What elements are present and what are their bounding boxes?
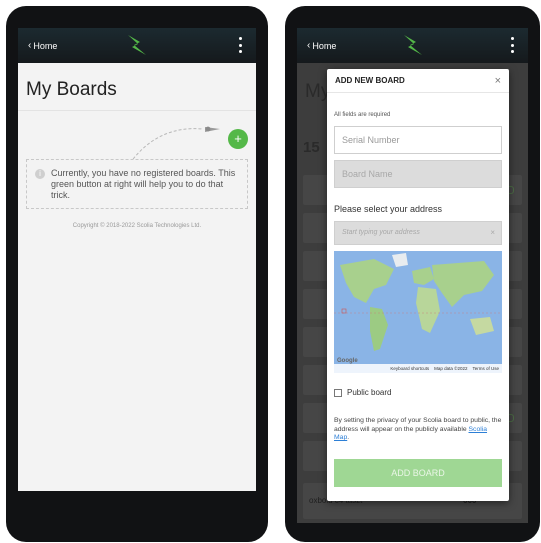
background-count: 15 bbox=[303, 139, 320, 156]
phone-frame-right: ‹ Home My 15 oxbold c4 taszt 666 ADD NEW… bbox=[285, 6, 540, 542]
chevron-left-icon: ‹ bbox=[307, 40, 311, 51]
serial-number-input[interactable]: Serial Number bbox=[334, 126, 502, 154]
phone-frame-left: ‹ Home My Boards + i Currently, you have… bbox=[6, 6, 268, 542]
privacy-note: By setting the privacy of your Scolia bo… bbox=[334, 417, 502, 443]
back-label: Home bbox=[312, 40, 337, 51]
app-header: ‹ Home bbox=[297, 28, 528, 63]
notice-text: Currently, you have no registered boards… bbox=[51, 168, 236, 200]
address-placeholder: Start typing your address bbox=[342, 229, 420, 236]
chevron-left-icon: ‹ bbox=[28, 40, 32, 51]
more-menu-icon[interactable] bbox=[238, 37, 242, 53]
back-home-link[interactable]: ‹ Home bbox=[297, 40, 336, 51]
map-data-label: Map data ©2022 bbox=[434, 366, 468, 371]
terms-link[interactable]: Terms of Use bbox=[472, 366, 499, 371]
map-footer: Keyboard shortcuts Map data ©2022 Terms … bbox=[334, 364, 502, 373]
public-board-label: Public board bbox=[347, 388, 392, 397]
back-label: Home bbox=[33, 40, 58, 51]
world-map-icon bbox=[334, 251, 502, 373]
divider bbox=[18, 110, 256, 111]
required-note: All fields are required bbox=[334, 112, 391, 118]
boards-screen-dimmed: My 15 oxbold c4 taszt 666 ADD NEW BOARD … bbox=[297, 63, 528, 523]
keyboard-shortcuts-link[interactable]: Keyboard shortcuts bbox=[390, 366, 429, 371]
boards-screen: My Boards + i Currently, you have no reg… bbox=[18, 63, 256, 491]
app-header: ‹ Home bbox=[18, 28, 256, 63]
scolia-logo-icon bbox=[128, 35, 146, 55]
info-icon: i bbox=[35, 169, 45, 179]
dialog-title: ADD NEW BOARD bbox=[335, 76, 405, 85]
back-home-link[interactable]: ‹ Home bbox=[18, 40, 57, 51]
add-board-button[interactable]: ADD BOARD bbox=[334, 459, 502, 487]
dialog-header: ADD NEW BOARD × bbox=[327, 69, 509, 93]
public-board-checkbox[interactable] bbox=[334, 388, 342, 397]
board-name-input[interactable]: Board Name bbox=[334, 160, 502, 188]
scolia-logo-icon bbox=[403, 35, 422, 55]
clear-icon[interactable]: × bbox=[490, 222, 495, 244]
empty-notice: i Currently, you have no registered boar… bbox=[26, 159, 248, 209]
add-board-dialog: ADD NEW BOARD × All fields are required … bbox=[327, 69, 509, 501]
add-board-fab[interactable]: + bbox=[228, 129, 248, 149]
address-label: Please select your address bbox=[334, 204, 443, 214]
public-board-row: Public board bbox=[334, 388, 391, 397]
copyright: Copyright © 2018-2022 Scolia Technologie… bbox=[72, 223, 202, 229]
close-icon[interactable]: × bbox=[495, 75, 501, 87]
map-view[interactable]: Google Keyboard shortcuts Map data ©2022… bbox=[334, 251, 502, 373]
privacy-end: . bbox=[347, 434, 350, 441]
page-title: My Boards bbox=[26, 79, 117, 100]
address-input[interactable]: Start typing your address × bbox=[334, 221, 502, 245]
more-menu-icon[interactable] bbox=[510, 37, 514, 53]
